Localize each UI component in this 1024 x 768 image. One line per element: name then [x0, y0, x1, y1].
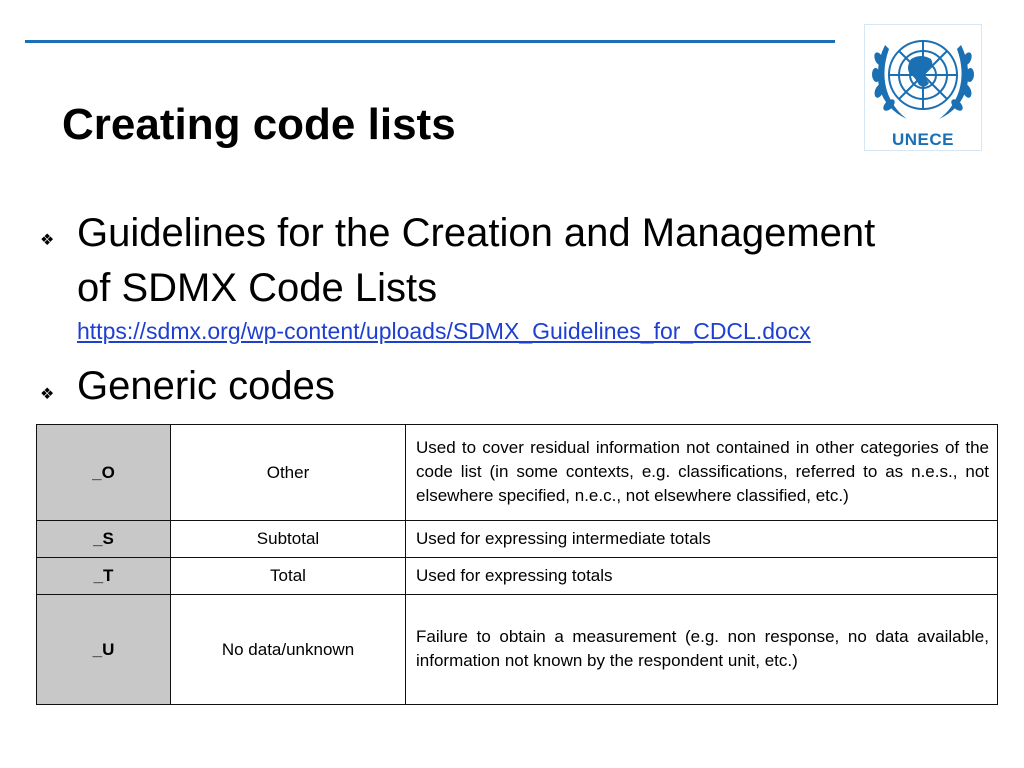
- four-diamond-bullet-icon: ❖: [40, 232, 55, 249]
- description-cell: Failure to obtain a measurement (e.g. no…: [405, 594, 998, 705]
- label-cell: Total: [170, 557, 406, 595]
- code-cell: _O: [36, 424, 171, 521]
- description-cell: Used for expressing intermediate totals: [405, 520, 998, 558]
- table-row: _U No data/unknown Failure to obtain a m…: [36, 594, 998, 705]
- label-cell: Subtotal: [170, 520, 406, 558]
- code-cell: _S: [36, 520, 171, 558]
- code-cell: _U: [36, 594, 171, 705]
- table-row: _S Subtotal Used for expressing intermed…: [36, 520, 998, 558]
- bullet-1-line-1: Guidelines for the Creation and Manageme…: [77, 211, 876, 255]
- label-cell: No data/unknown: [170, 594, 406, 705]
- description-cell: Used to cover residual information not c…: [405, 424, 998, 521]
- guidelines-link[interactable]: https://sdmx.org/wp-content/uploads/SDMX…: [77, 317, 811, 345]
- label-cell: Other: [170, 424, 406, 521]
- table-row: _O Other Used to cover residual informat…: [36, 424, 998, 521]
- bullet-1-line-2: of SDMX Code Lists: [77, 266, 438, 310]
- code-cell: _T: [36, 557, 171, 595]
- logo-text: UNECE: [891, 130, 954, 149]
- bullet-2-line-1: Generic codes: [77, 364, 335, 408]
- slide-title: Creating code lists: [62, 100, 456, 149]
- un-emblem-icon: [871, 40, 975, 119]
- four-diamond-bullet-icon: ❖: [40, 386, 55, 403]
- unece-logo: UNECE: [864, 24, 982, 151]
- slide: UNECE Creating code lists ❖ Guidelines f…: [0, 0, 1024, 768]
- header-rule: [25, 40, 835, 43]
- table-row: _T Total Used for expressing totals: [36, 557, 998, 595]
- description-cell: Used for expressing totals: [405, 557, 998, 595]
- generic-codes-table: _O Other Used to cover residual informat…: [36, 424, 998, 705]
